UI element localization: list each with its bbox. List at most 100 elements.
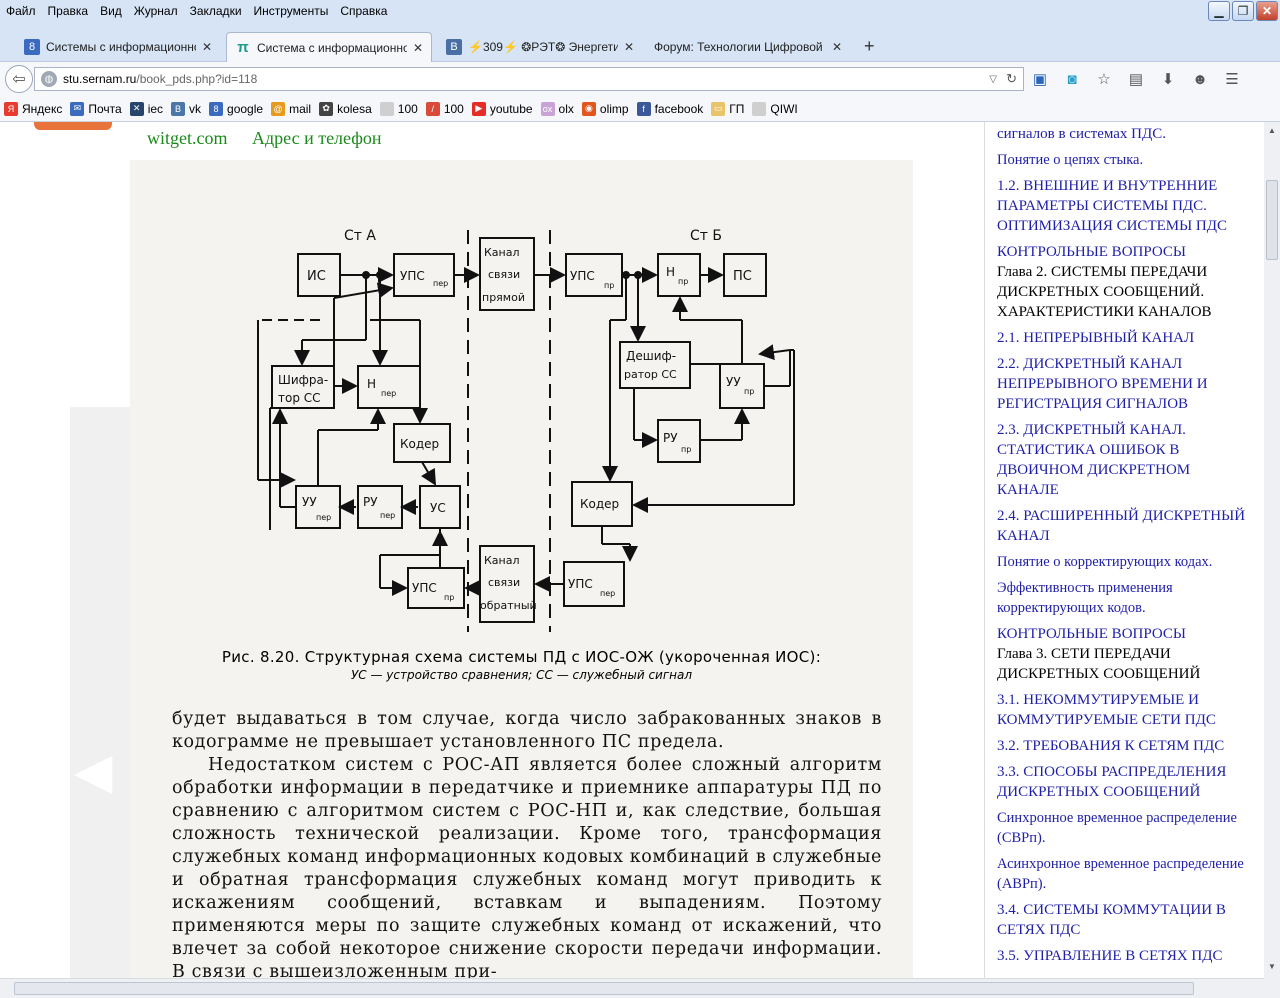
bookmark-8[interactable]: /100 <box>425 101 464 116</box>
toc-link[interactable]: Понятие о цепях стыка. <box>997 150 1255 170</box>
scrollbar-thumb[interactable] <box>1266 180 1278 260</box>
toc-link[interactable]: КОНТРОЛЬНЫЕ ВОПРОСЫ <box>997 624 1255 644</box>
new-tab-button[interactable]: + <box>864 36 875 57</box>
svg-text:пер: пер <box>380 511 395 520</box>
extension-icon[interactable]: ◙ <box>1062 69 1082 89</box>
bookmark-1[interactable]: ✉ Почта <box>70 101 122 116</box>
extension-icon[interactable]: ▣ <box>1030 69 1050 89</box>
back-button[interactable]: ⇦ <box>5 65 33 93</box>
bookmark-11[interactable]: ◉ olimp <box>581 101 629 116</box>
site-link[interactable]: witget.com <box>147 128 227 148</box>
scrollbar-thumb[interactable] <box>14 982 1194 995</box>
svg-text:Шифра-: Шифра- <box>278 373 328 387</box>
menu-edit[interactable]: Правка <box>42 4 95 18</box>
prev-arrow-icon[interactable]: ◀ <box>74 742 112 800</box>
svg-text:РУ: РУ <box>363 495 378 509</box>
bookmark-star-icon[interactable]: ☆ <box>1094 69 1114 89</box>
bookmark-13[interactable]: ▭ ГП <box>711 101 744 116</box>
bookmark-label: QIWI <box>770 101 798 116</box>
reload-icon[interactable]: ↻ <box>1006 71 1017 87</box>
toc-link[interactable]: Асинхронное временное распределение (АВР… <box>997 854 1255 894</box>
menu-tools[interactable]: Инструменты <box>248 4 335 18</box>
bookmark-2[interactable]: ✕ iec <box>129 101 163 116</box>
toc-link[interactable]: 2.2. ДИСКРЕТНЫЙ КАНАЛ НЕПРЕРЫВНОГО ВРЕМЕ… <box>997 354 1255 414</box>
toc-link[interactable]: 3.4. СИСТЕМЫ КОММУТАЦИИ В СЕТЯХ ПДС <box>997 900 1255 940</box>
menu-file[interactable]: Файл <box>0 4 42 18</box>
bookmark-4[interactable]: 8 google <box>209 101 263 116</box>
bookmark-icon: ✕ <box>129 101 144 116</box>
svg-text:УУ: УУ <box>726 375 741 389</box>
minimize-button[interactable]: ▁ <box>1208 1 1230 21</box>
smiley-icon[interactable]: ☻ <box>1190 69 1210 89</box>
tab-1[interactable]: 8 Системы с информационной... ✕ <box>16 32 220 62</box>
svg-text:УПС: УПС <box>400 269 425 283</box>
nav-bar: ⇦ ◍ stu.sernam.ru/book_pds.php?id=118 ▽ … <box>0 62 1280 96</box>
dropdown-arrow-icon[interactable]: ▽ <box>989 74 997 85</box>
bookmark-6[interactable]: ✿ kolesa <box>319 101 372 116</box>
svg-text:УПС: УПС <box>568 577 593 591</box>
top-links: witget.com Адрес и телефон <box>147 128 402 149</box>
scroll-down-icon[interactable]: ▼ <box>1266 962 1278 974</box>
close-icon[interactable]: ✕ <box>413 41 423 55</box>
maximize-button[interactable]: ❐ <box>1232 1 1254 21</box>
svg-text:УПС: УПС <box>570 269 595 283</box>
address-bar[interactable]: ◍ stu.sernam.ru/book_pds.php?id=118 ▽ ↻ <box>34 67 1024 91</box>
bookmark-5[interactable]: @ mail <box>271 101 311 116</box>
bookmark-7[interactable]: 100 <box>379 101 418 116</box>
orange-button[interactable] <box>34 122 112 130</box>
scanned-text: будет выдаваться в том случае, когда чис… <box>172 708 882 978</box>
bookmark-label: kolesa <box>337 101 372 116</box>
bookmark-14[interactable]: QIWI <box>752 101 798 116</box>
toc-link[interactable]: 3.2. ТРЕБОВАНИЯ К СЕТЯМ ПДС <box>997 736 1255 756</box>
bookmark-10[interactable]: ox olx <box>540 101 574 116</box>
bookmark-12[interactable]: f facebook <box>636 101 703 116</box>
horizontal-scrollbar[interactable] <box>0 978 1264 998</box>
toc-link[interactable]: сигналов в системах ПДС. <box>997 124 1255 144</box>
close-window-button[interactable]: ✕ <box>1256 1 1278 21</box>
download-icon[interactable]: ⬇ <box>1158 69 1178 89</box>
prev-page-panel[interactable] <box>70 407 130 978</box>
menu-hamburger-icon[interactable]: ☰ <box>1222 69 1242 89</box>
bookmark-label: Яндекс <box>22 101 63 116</box>
text-paragraph: Недостатком систем с РОС-АП является бол… <box>172 755 882 978</box>
bookmark-label: olx <box>558 101 574 116</box>
tab-2-active[interactable]: π Система с информационной ... ✕ <box>226 32 433 62</box>
toc-link[interactable]: 3.5. УПРАВЛЕНИЕ В СЕТЯХ ПДС <box>997 946 1255 966</box>
caption-line-2: УС — устройство сравнения; СС — служебны… <box>350 668 693 682</box>
close-icon[interactable]: ✕ <box>832 40 842 54</box>
contacts-link[interactable]: Адрес и телефон <box>252 128 382 148</box>
svg-text:тор СС: тор СС <box>278 391 321 405</box>
toc-link[interactable]: КОНТРОЛЬНЫЕ ВОПРОСЫ <box>997 242 1255 262</box>
bookmark-label: youtube <box>489 101 533 116</box>
toc-link[interactable]: 3.3. СПОСОБЫ РАСПРЕДЕЛЕНИЯ ДИСКРЕТНЫХ СО… <box>997 762 1255 802</box>
bookmark-3[interactable]: Вvk <box>171 101 201 116</box>
scroll-up-icon[interactable]: ▲ <box>1266 126 1278 138</box>
menu-history[interactable]: Журнал <box>128 4 184 18</box>
toc-link[interactable]: 2.1. НЕПРЕРЫВНЫЙ КАНАЛ <box>997 328 1255 348</box>
toc-sidebar: сигналов в системах ПДС. Понятие о цепях … <box>984 122 1264 978</box>
toc-link[interactable]: Эффективность применения корректирующих … <box>997 578 1255 618</box>
toc-link[interactable]: 1.2. ВНЕШНИЕ И ВНУТРЕННИЕ ПАРАМЕТРЫ СИСТ… <box>997 176 1255 236</box>
vertical-scrollbar[interactable]: ▲ ▼ <box>1264 122 1280 978</box>
bookmark-icon: ▭ <box>711 101 726 116</box>
toc-link[interactable]: Понятие о корректирующих кодах. <box>997 552 1255 572</box>
tab-4[interactable]: Форум: Технологии Цифровой С... ✕ <box>646 32 850 62</box>
menu-view[interactable]: Вид <box>94 4 128 18</box>
bookmark-icon <box>379 101 394 116</box>
menu-help[interactable]: Справка <box>334 4 393 18</box>
toc-link[interactable]: 3.1. НЕКОММУТИРУЕМЫЕ И КОММУТИРУЕМЫЕ СЕТ… <box>997 690 1255 730</box>
svg-text:пр: пр <box>678 277 688 286</box>
bookmark-9[interactable]: ▶ youtube <box>471 101 533 116</box>
toc-link[interactable]: 2.4. РАСШИРЕННЫЙ ДИСКРЕТНЫЙ КАНАЛ <box>997 506 1255 546</box>
close-icon[interactable]: ✕ <box>624 40 634 54</box>
menu-bookmarks[interactable]: Закладки <box>184 4 248 18</box>
toc-link[interactable]: Синхронное временное распределение (СВРп… <box>997 808 1255 848</box>
bookmark-label: Почта <box>88 101 122 116</box>
bookmarks-bar: Я Яндекс ✉ Почта ✕ iec Вvk 8 google @ mail ✿ kolesa 1… <box>0 96 1280 122</box>
page-content: witget.com Адрес и телефон ◀ Ст А Ст Б И… <box>0 122 1264 978</box>
toc-link[interactable]: 2.3. ДИСКРЕТНЫЙ КАНАЛ. СТАТИСТИКА ОШИБОК… <box>997 420 1255 500</box>
bookmark-0[interactable]: Я Яндекс <box>4 101 63 116</box>
tab-3[interactable]: B ⚡309⚡ ❂РЭТ❂ Энергетиче... ✕ <box>438 32 642 62</box>
close-icon[interactable]: ✕ <box>202 40 212 54</box>
reading-list-icon[interactable]: ▤ <box>1126 69 1146 89</box>
